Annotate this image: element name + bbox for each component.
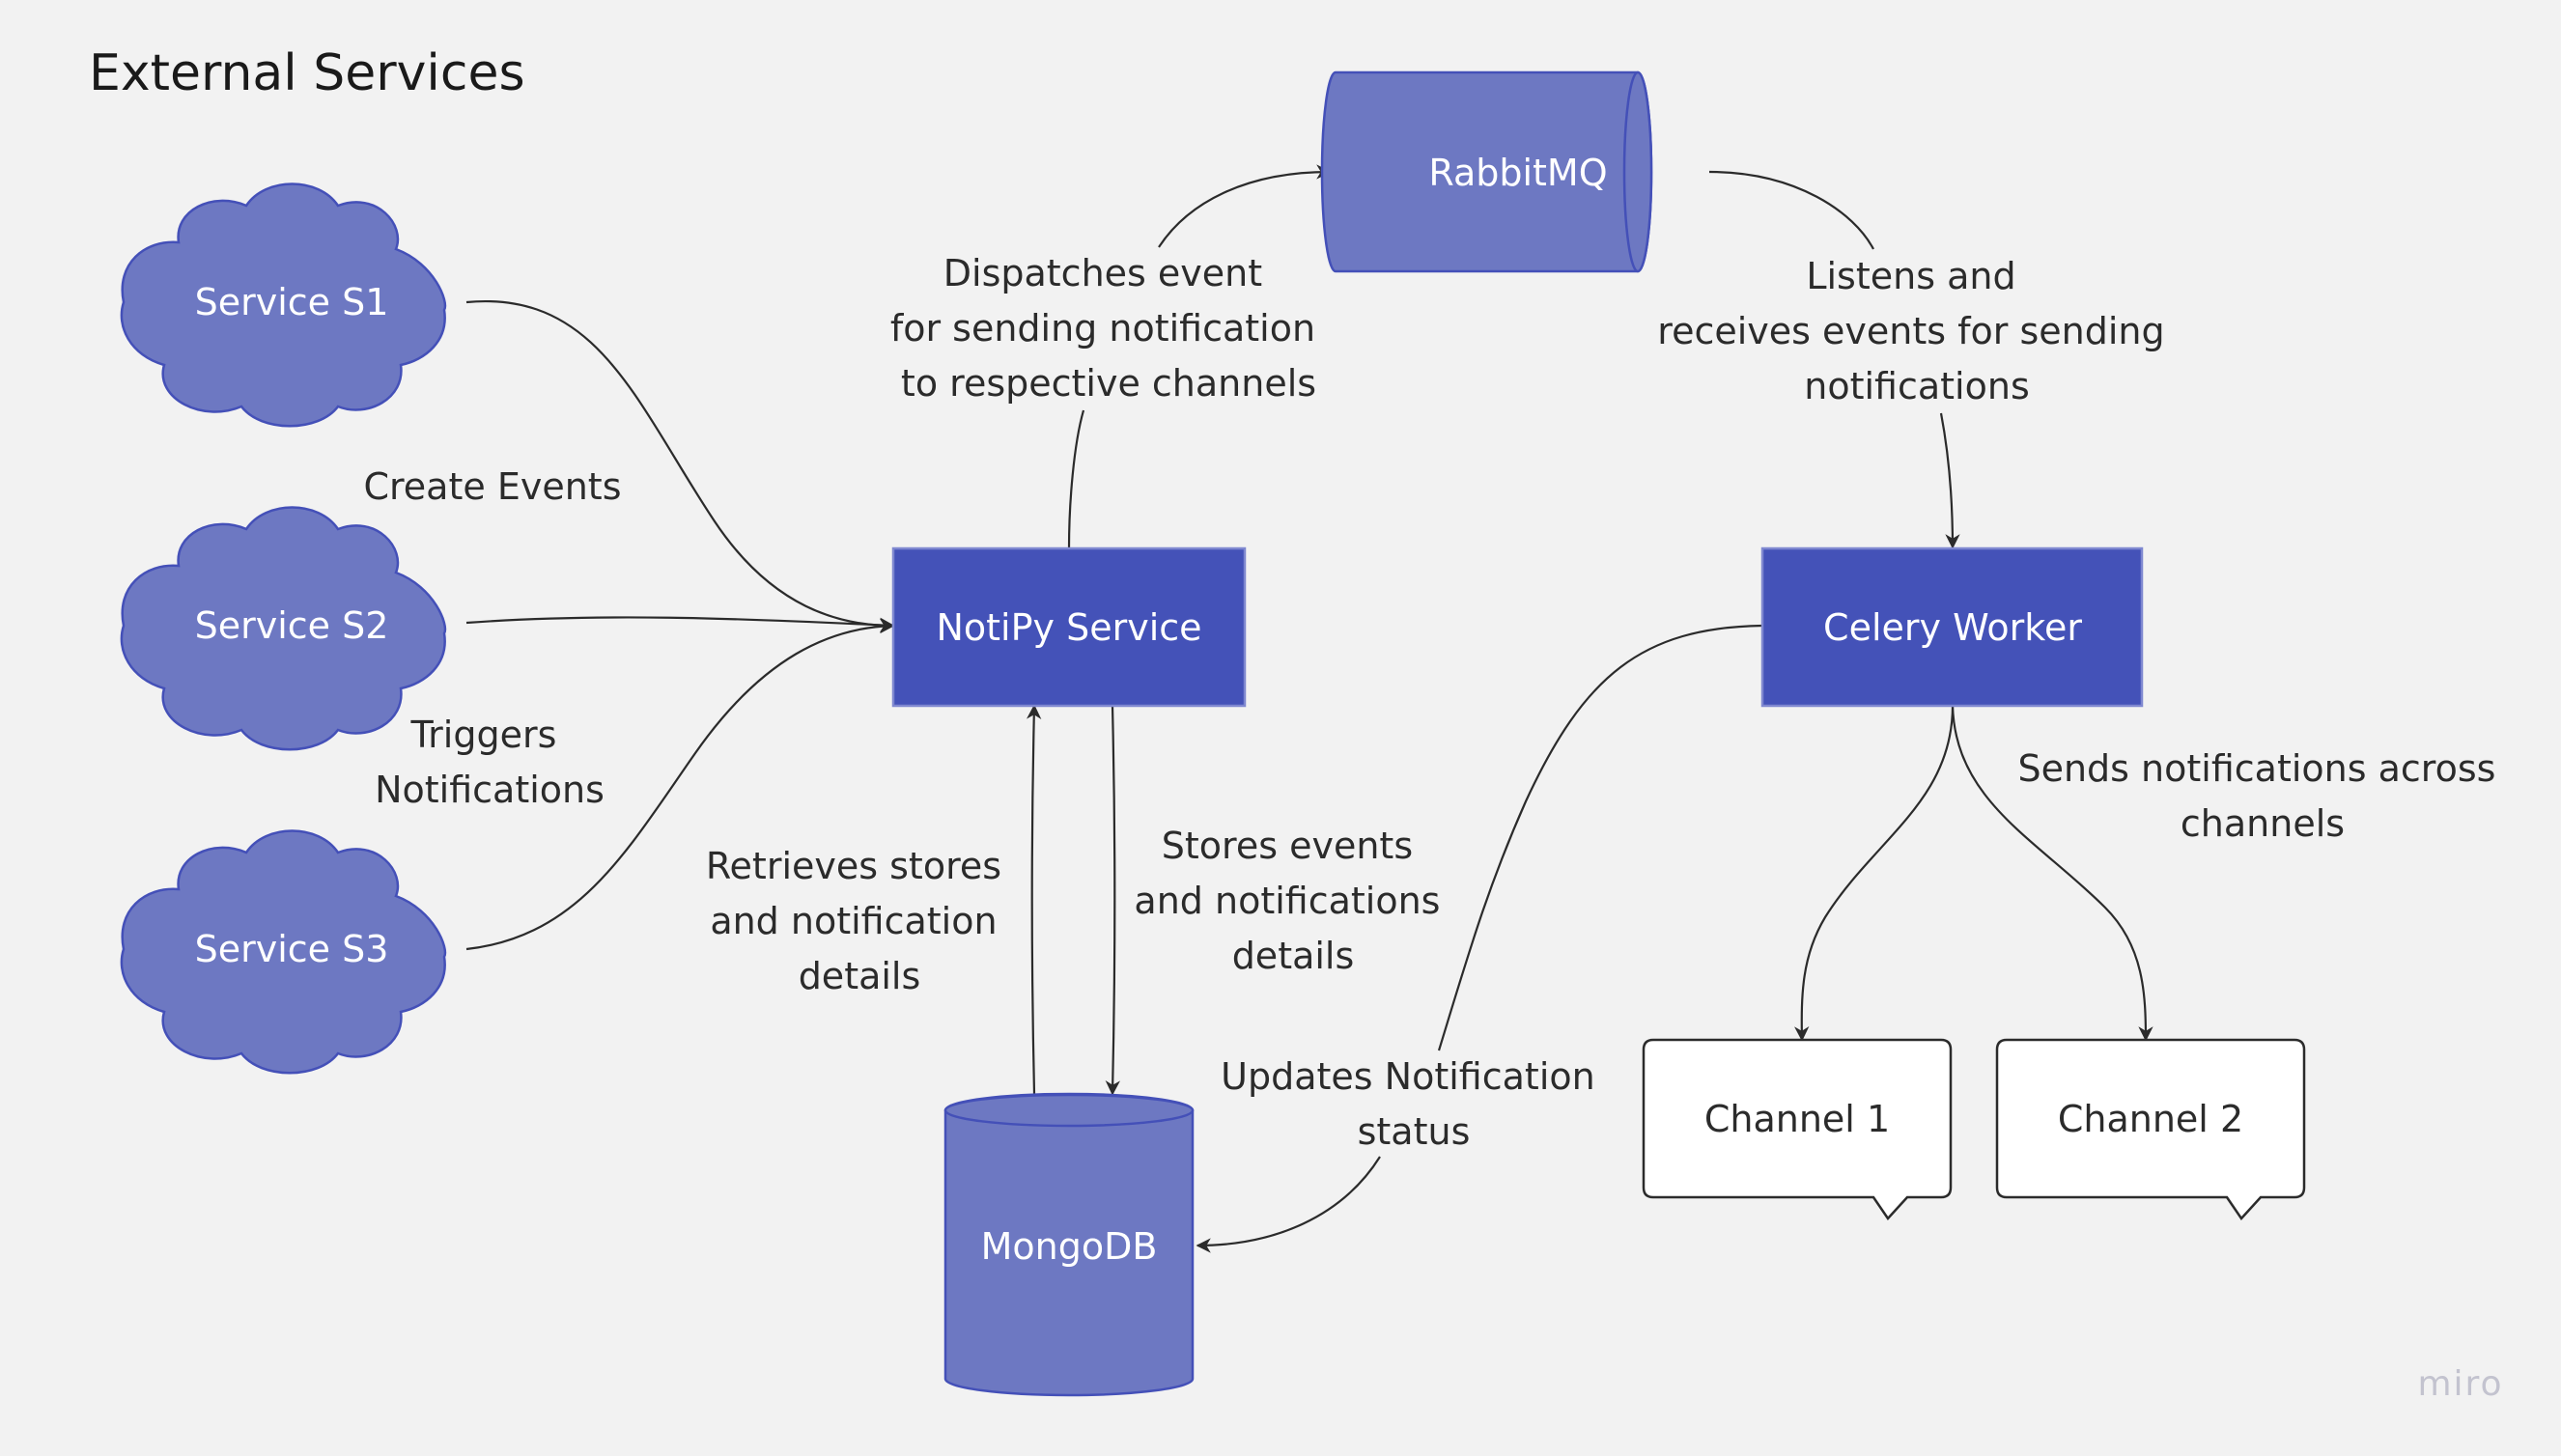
- label-listens-receives: Listens and receives events for sending …: [1657, 255, 2176, 407]
- mongodb-label: MongoDB: [981, 1225, 1158, 1268]
- service-s1-label: Service S1: [195, 281, 389, 323]
- edge-celery-to-mongodb-head[interactable]: [1196, 1156, 1381, 1253]
- label-line: Stores events: [1162, 825, 1413, 867]
- label-line: Updates Notification: [1221, 1055, 1595, 1098]
- node-channel-2[interactable]: Channel 2: [1995, 1038, 2306, 1221]
- label-line: status: [1358, 1110, 1471, 1153]
- label-dispatches-event: Dispatches event for sending notificatio…: [890, 252, 1327, 405]
- edge-mongodb-to-notipy[interactable]: [1026, 704, 1042, 1095]
- edge-celery-to-channel1[interactable]: [1794, 705, 1955, 1042]
- node-rabbitmq[interactable]: RabbitMQ: [1320, 70, 1653, 273]
- edge-s2-to-notipy[interactable]: [465, 616, 895, 633]
- label-create-events: Create Events: [363, 465, 621, 508]
- edge-s1-to-notipy[interactable]: [465, 299, 895, 633]
- node-service-s1[interactable]: Service S1: [120, 182, 447, 428]
- node-service-s3[interactable]: Service S3: [120, 829, 447, 1075]
- edge-rabbitmq-to-celery[interactable]: [1708, 170, 1874, 250]
- label-updates-status: Updates Notification status: [1221, 1055, 1607, 1153]
- edge-notipy-to-mongodb[interactable]: [1105, 705, 1121, 1096]
- channel-1-label: Channel 1: [1704, 1098, 1890, 1140]
- label-line: Notifications: [375, 769, 605, 811]
- label-line: Sends notifications across: [2017, 747, 2495, 790]
- edge-celery-to-mongodb[interactable]: [1437, 624, 1763, 1051]
- node-notipy-service[interactable]: NotiPy Service: [891, 546, 1247, 708]
- label-triggers-notifications: Triggers Notifications: [375, 714, 605, 811]
- label-sends-notifications: Sends notifications across channels: [2017, 747, 2507, 845]
- label-line: for sending notification: [890, 307, 1315, 350]
- miro-watermark: miro: [2417, 1364, 2503, 1404]
- service-s2-label: Service S2: [195, 604, 389, 647]
- architecture-diagram: External Services Service S1 Service S2 …: [89, 44, 2507, 1404]
- label-line: Listens and: [1806, 255, 2015, 297]
- label-line: to respective channels: [901, 362, 1316, 405]
- node-celery-worker[interactable]: Celery Worker: [1760, 546, 2144, 708]
- label-line: details: [799, 955, 921, 997]
- label-line: Dispatches event: [943, 252, 1262, 294]
- label-line: channels: [2181, 802, 2345, 845]
- node-mongodb[interactable]: MongoDB: [943, 1092, 1195, 1397]
- channel-2-label: Channel 2: [2058, 1098, 2243, 1140]
- edge-rabbitmq-to-celery-head[interactable]: [1939, 412, 1960, 549]
- label-line: Triggers: [410, 714, 557, 756]
- label-line: notifications: [1804, 365, 2030, 407]
- diagram-title: External Services: [89, 44, 525, 102]
- service-s3-label: Service S3: [195, 928, 389, 970]
- label-line: details: [1232, 935, 1355, 977]
- celery-worker-label: Celery Worker: [1823, 606, 2082, 649]
- label-line: receives events for sending: [1657, 310, 2164, 352]
- label-stores-events: Stores events and notifications details: [1134, 825, 1451, 977]
- label-line: Create Events: [363, 465, 621, 508]
- label-line: and notification: [710, 900, 997, 942]
- rabbitmq-label: RabbitMQ: [1428, 152, 1607, 194]
- label-retrieves-stores: Retrieves stores and notification detail…: [706, 845, 1013, 997]
- notipy-service-label: NotiPy Service: [936, 606, 1201, 649]
- label-line: and notifications: [1134, 880, 1440, 922]
- edge-notipy-to-rabbitmq[interactable]: [1067, 409, 1085, 549]
- edge-notipy-to-rabbitmq-head[interactable]: [1158, 164, 1332, 248]
- node-service-s2[interactable]: Service S2: [120, 506, 447, 751]
- label-line: Retrieves stores: [706, 845, 1001, 887]
- node-channel-1[interactable]: Channel 1: [1642, 1038, 1953, 1221]
